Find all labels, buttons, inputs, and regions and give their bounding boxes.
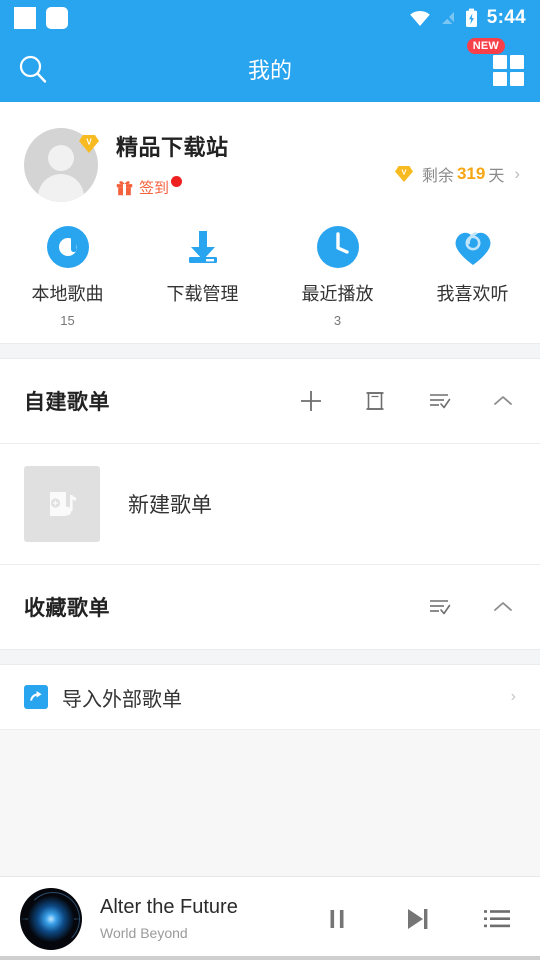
favorite-playlists-section: 收藏歌单 — [0, 565, 540, 649]
vip-diamond-icon: V — [79, 135, 99, 153]
avatar[interactable]: V — [24, 128, 99, 202]
track-artist: World Beyond — [100, 925, 188, 941]
download-icon — [180, 224, 226, 270]
section-title: 收藏歌单 — [24, 597, 110, 620]
import-arrow-icon — [24, 685, 48, 709]
signin-label: 签到 — [139, 180, 170, 197]
wifi-icon — [409, 10, 430, 26]
section-divider — [0, 649, 540, 665]
archive-icon[interactable] — [362, 388, 388, 414]
chevron-right-icon: › — [514, 164, 520, 183]
playback-progress-bar[interactable] — [0, 956, 540, 960]
heart-icon — [450, 224, 496, 270]
vip-status-button[interactable]: V 剩余 319 天 › — [394, 162, 520, 186]
grid-view-button[interactable]: NEW — [466, 38, 524, 88]
import-playlist-label: 导入外部歌单 — [62, 688, 182, 711]
notification-square-icon — [14, 7, 36, 29]
playlist-queue-icon[interactable] — [480, 902, 514, 936]
svg-text:V: V — [401, 168, 406, 177]
track-title: Alter the Future — [100, 896, 238, 918]
profile-row[interactable]: V 精品下载站 签到 V 剩余 319 天 › — [0, 102, 540, 202]
section-divider — [0, 343, 540, 359]
quick-action-label: 我喜欢听 — [436, 284, 509, 304]
vip-suffix: 天 — [488, 168, 505, 185]
mini-player[interactable]: Alter the Future World Beyond — [0, 876, 540, 960]
signal-off-icon — [440, 10, 456, 26]
vip-diamond-small-icon: V — [394, 166, 413, 182]
notification-rounded-icon — [46, 7, 68, 29]
app-screen: 5:44 我的 NEW V 精品下载站 签到 V 剩余 319 天 › 本地歌曲… — [0, 0, 540, 960]
created-playlists-header: 自建歌单 — [0, 359, 540, 443]
status-bar-time: 5:44 — [486, 7, 526, 28]
quick-action-label: 本地歌曲 — [31, 284, 104, 304]
album-cover[interactable] — [20, 887, 82, 950]
quick-action-local-songs[interactable]: 本地歌曲 15 — [0, 224, 135, 329]
empty-space — [0, 730, 540, 850]
player-track-info: Alter the Future World Beyond — [100, 896, 238, 941]
new-badge: NEW — [466, 38, 505, 54]
gift-icon — [116, 181, 133, 196]
import-playlist-row[interactable]: 导入外部歌单 › — [0, 665, 540, 729]
sort-icon[interactable] — [426, 594, 452, 620]
import-playlist-section: 导入外部歌单 › — [0, 665, 540, 730]
quick-action-favorites[interactable]: 我喜欢听 — [405, 224, 540, 329]
vip-prefix: 剩余 — [421, 168, 454, 185]
quick-action-download-manager[interactable]: 下载管理 — [135, 224, 270, 329]
signin-button[interactable]: 签到 — [116, 176, 229, 199]
quick-actions-row: 本地歌曲 15 下载管理 最近播放 3 我喜欢听 — [0, 202, 540, 343]
app-bar: 我的 NEW — [0, 36, 540, 102]
new-playlist-row[interactable]: 新建歌单 — [0, 444, 540, 564]
status-bar-notifications — [14, 7, 68, 29]
status-bar: 5:44 — [0, 0, 540, 36]
vip-days-value: 319 — [456, 164, 486, 183]
player-controls — [320, 902, 520, 936]
quick-action-label: 最近播放 — [301, 284, 374, 304]
battery-charging-icon — [465, 8, 477, 27]
quick-action-count: 15 — [60, 313, 75, 328]
favorite-playlists-header: 收藏歌单 — [0, 565, 540, 649]
signin-red-dot — [171, 176, 183, 187]
recent-clock-icon — [315, 224, 361, 270]
status-bar-indicators: 5:44 — [409, 7, 526, 29]
quick-action-recent-played[interactable]: 最近播放 3 — [270, 224, 405, 329]
chevron-right-icon: › — [510, 688, 516, 705]
add-playlist-icon — [24, 466, 100, 542]
add-icon[interactable] — [298, 388, 324, 414]
search-icon[interactable] — [16, 52, 50, 86]
pause-icon[interactable] — [320, 902, 354, 936]
next-track-icon[interactable] — [400, 902, 434, 936]
section-title: 自建歌单 — [24, 391, 110, 414]
profile-section: V 精品下载站 签到 V 剩余 319 天 › 本地歌曲 15 下载管理 最近播… — [0, 102, 540, 343]
profile-info: 精品下载站 签到 — [116, 128, 229, 199]
user-name: 精品下载站 — [116, 135, 229, 160]
quick-action-label: 下载管理 — [166, 284, 239, 304]
collapse-icon[interactable] — [490, 388, 516, 414]
quick-action-count: 3 — [333, 313, 342, 328]
new-playlist-label: 新建歌单 — [128, 494, 212, 517]
grid-icon — [493, 55, 524, 86]
created-playlists-section: 自建歌单 新建歌单 — [0, 359, 540, 564]
page-title: 我的 — [247, 58, 292, 83]
local-music-icon — [45, 224, 91, 270]
collapse-icon[interactable] — [490, 594, 516, 620]
svg-text:V: V — [86, 138, 92, 147]
sort-icon[interactable] — [426, 388, 452, 414]
